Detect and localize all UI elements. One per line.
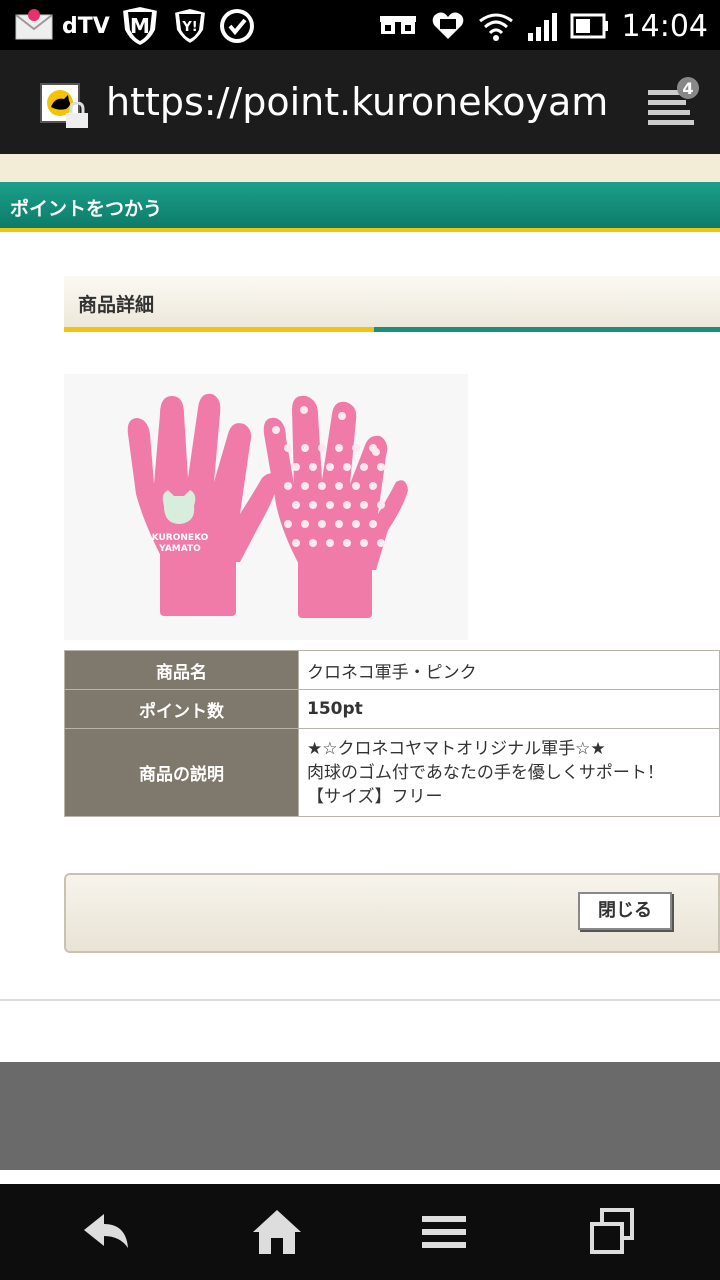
description-value: ★☆クロネコヤマトオリジナル軍手☆★ 肉球のゴム付であなたの手を優しくサポート！… xyxy=(298,728,720,817)
product-name-header: 商品名 xyxy=(64,650,299,690)
navigation-bar xyxy=(0,1184,720,1280)
dtv-label: dTV xyxy=(62,13,110,39)
paw-dot xyxy=(343,463,351,471)
paw-dot xyxy=(377,539,385,547)
paw-dot xyxy=(343,501,351,509)
description-line: ★☆クロネコヤマトオリジナル軍手☆★ xyxy=(307,738,606,759)
tab-count: 4 xyxy=(682,79,693,98)
paw-dot xyxy=(309,501,317,509)
paw-dot xyxy=(318,520,326,528)
paw-dot xyxy=(326,501,334,509)
paw-dot xyxy=(343,539,351,547)
paw-dot xyxy=(338,412,346,420)
signal-icon xyxy=(527,13,557,41)
y-shield-icon: Y! xyxy=(172,6,207,46)
left-glove: KURONEKO YAMATO xyxy=(127,393,278,616)
paw-dot xyxy=(360,539,368,547)
section-title: ポイントをつかう xyxy=(10,198,163,220)
paw-dot xyxy=(292,501,300,509)
status-right-icons: 14:04 xyxy=(378,6,708,46)
paw-dot xyxy=(335,520,343,528)
paw-dot xyxy=(352,520,360,528)
product-name-value: クロネコ軍手・ピンク xyxy=(298,650,720,690)
sub-underline-green xyxy=(374,327,720,332)
paw-dot xyxy=(272,426,280,434)
footer-gap xyxy=(0,1170,720,1184)
table-row: 商品の説明 ★☆クロネコヤマトオリジナル軍手☆★ 肉球のゴム付であなたの手を優し… xyxy=(64,728,720,817)
paw-dot xyxy=(301,520,309,528)
back-icon[interactable] xyxy=(78,1204,138,1260)
battery-icon xyxy=(570,13,608,39)
paw-dot xyxy=(301,444,309,452)
paw-dot xyxy=(335,482,343,490)
tabs-icon[interactable]: 4 xyxy=(644,76,702,128)
m-shield-icon: M xyxy=(120,4,159,48)
description-line: 肉球のゴム付であなたの手を優しくサポート！ xyxy=(307,762,664,783)
menu-icon[interactable] xyxy=(414,1204,474,1260)
button-area: 閉じる xyxy=(64,873,720,953)
points-header: ポイント数 xyxy=(64,689,299,729)
paw-dot xyxy=(352,444,360,452)
svg-text:Y!: Y! xyxy=(181,20,197,35)
points-value: 150pt xyxy=(298,689,720,729)
paw-dot xyxy=(309,539,317,547)
description-line: 【サイズ】フリー xyxy=(307,786,443,807)
glasses-icon xyxy=(379,16,416,34)
paw-dot xyxy=(369,520,377,528)
close-button[interactable]: 閉じる xyxy=(578,892,672,930)
url-field[interactable]: https://point.kuronekoyamato.co.jp xyxy=(106,74,606,130)
paw-dot xyxy=(352,482,360,490)
paw-dot xyxy=(318,482,326,490)
paw-dot xyxy=(284,482,292,490)
paw-dot xyxy=(372,448,380,456)
description-header: 商品の説明 xyxy=(64,728,299,817)
status-time: 14:04 xyxy=(621,8,708,44)
windows-icon[interactable] xyxy=(582,1204,642,1260)
wifi-icon xyxy=(478,13,513,41)
paw-dot xyxy=(326,463,334,471)
paw-dot xyxy=(300,406,308,414)
paw-dot xyxy=(369,482,377,490)
paw-dot xyxy=(292,539,300,547)
lock-icon xyxy=(66,102,88,128)
paw-dot xyxy=(377,501,385,509)
sub-header: 商品詳細 xyxy=(64,276,720,332)
top-stripe xyxy=(0,154,720,182)
glove-print-line2: YAMATO xyxy=(158,544,201,554)
product-image: KURONEKO YAMATO xyxy=(64,374,468,640)
paw-dot xyxy=(326,539,334,547)
divider xyxy=(0,999,720,1001)
home-icon[interactable] xyxy=(247,1204,307,1260)
glove-print-line1: KURONEKO xyxy=(152,533,209,543)
status-bar: dTV M Y! 14:04 xyxy=(0,0,720,50)
paw-dot xyxy=(335,444,343,452)
paw-dot xyxy=(309,463,317,471)
paw-dot xyxy=(292,463,300,471)
sub-underline-yellow xyxy=(64,327,374,332)
paw-dot xyxy=(318,444,326,452)
paw-dot xyxy=(284,444,292,452)
heart-icon xyxy=(432,12,463,39)
paw-dot xyxy=(377,463,385,471)
paw-dot xyxy=(284,520,292,528)
svg-text:M: M xyxy=(130,14,150,38)
paw-dot xyxy=(301,482,309,490)
status-left-icons: dTV M Y! xyxy=(14,4,256,48)
table-row: 商品名 クロネコ軍手・ピンク xyxy=(64,650,720,690)
right-glove xyxy=(263,395,408,618)
gloves-illustration: KURONEKO YAMATO xyxy=(127,393,408,618)
check-circle-icon xyxy=(219,9,254,43)
browser-url-bar: https://point.kuronekoyamato.co.jp 4 xyxy=(0,50,720,154)
section-header: ポイントをつかう xyxy=(0,182,720,232)
sub-title: 商品詳細 xyxy=(78,294,155,316)
paw-dot xyxy=(360,463,368,471)
mail-icon xyxy=(15,9,53,40)
product-detail-table: 商品名 クロネコ軍手・ピンク ポイント数 150pt 商品の説明 ★☆クロネコヤ… xyxy=(64,650,720,817)
paw-dot xyxy=(360,501,368,509)
footer xyxy=(0,1062,720,1170)
table-row: ポイント数 150pt xyxy=(64,689,720,729)
